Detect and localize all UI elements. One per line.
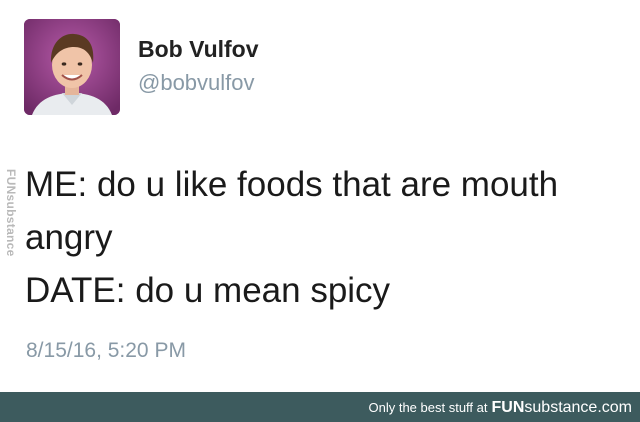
tweet-card: Bob Vulfov @bobvulfov FUNsubstance ME: d… bbox=[0, 0, 640, 392]
footer-brand-fun: FUN bbox=[491, 399, 525, 416]
avatar[interactable] bbox=[24, 19, 120, 115]
footer-brand-substance: substance.com bbox=[524, 399, 632, 416]
footer-tagline: Only the best stuff at bbox=[368, 400, 488, 415]
side-watermark: FUNsubstance bbox=[4, 169, 18, 257]
footer-bar: Only the best stuff at FUNsubstance.com bbox=[0, 392, 640, 422]
user-handle[interactable]: @bobvulfov bbox=[138, 70, 255, 96]
avatar-photo bbox=[24, 19, 120, 115]
tweet-text: ME: do u like foods that are mouth angry… bbox=[25, 158, 625, 317]
tweet-line: DATE: do u mean spicy bbox=[25, 271, 391, 310]
tweet-line: ME: do u like foods that are mouth bbox=[25, 165, 559, 204]
timestamp[interactable]: 8/15/16, 5:20 PM bbox=[26, 339, 186, 363]
display-name[interactable]: Bob Vulfov bbox=[138, 36, 259, 63]
tweet-line: angry bbox=[25, 218, 113, 257]
footer-credit[interactable]: Only the best stuff at FUNsubstance.com bbox=[369, 399, 633, 417]
